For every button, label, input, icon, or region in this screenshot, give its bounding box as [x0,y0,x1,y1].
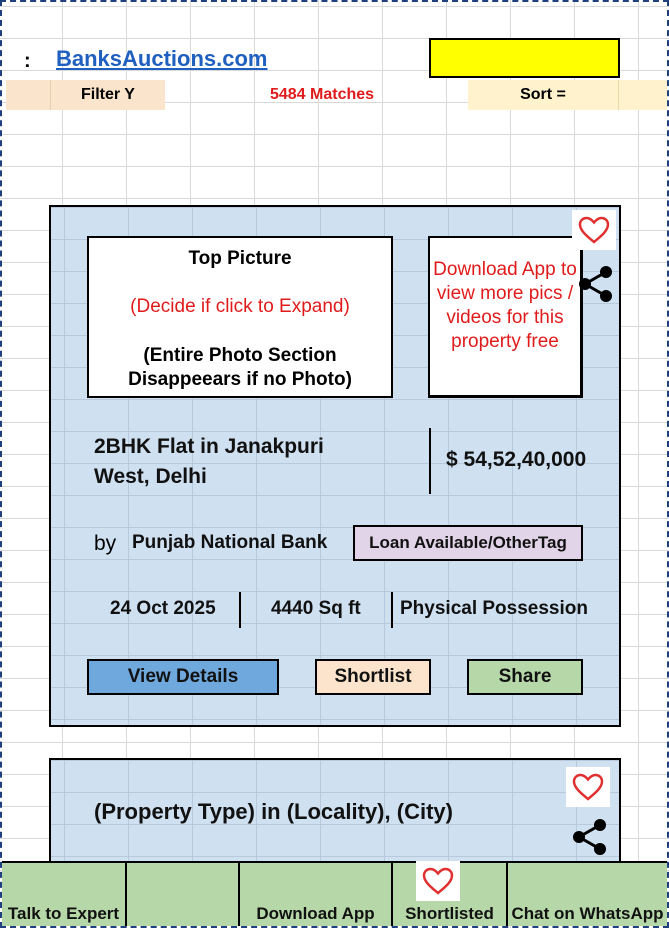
filter-spacer [6,80,50,110]
property-title[interactable]: 2BHK Flat in Janakpuri West, Delhi [94,432,424,492]
property-title[interactable]: (Property Type) in (Locality), (City) [94,799,453,825]
divider [239,592,241,628]
favorite-button[interactable] [572,210,616,250]
top-picture-note: (Entire Photo Section Disappeears if no … [128,345,352,390]
sort-button[interactable]: Sort = [468,80,618,110]
favorite-button[interactable] [566,767,610,807]
sort-value[interactable] [618,80,667,110]
bottom-nav: Talk to Expert Download App Shortlisted … [2,861,667,926]
heart-icon [572,773,604,801]
top-picture[interactable]: Top Picture (Decide if click to Expand) … [87,236,393,398]
property-title-line2: West, Delhi [94,465,207,488]
view-details-button[interactable]: View Details [87,659,279,695]
heart-icon [422,867,454,895]
property-price: $ 54,52,40,000 [446,448,587,471]
nav-blank-item[interactable] [127,863,240,926]
divider [391,592,393,628]
top-picture-subtitle: (Decide if click to Expand) [130,296,350,317]
divider [429,428,431,494]
property-area: 4440 Sq ft [271,598,361,619]
header-colon: : [24,50,31,72]
match-count: 5484 Matches [269,86,375,103]
bank-name: Punjab National Bank [132,532,328,553]
download-app-note[interactable]: Download App to view more pics / videos … [428,236,583,398]
shortlisted-heart[interactable] [416,861,460,901]
site-link[interactable]: BanksAuctions.com [56,46,268,72]
search-box[interactable] [429,38,620,78]
by-label: by [94,532,117,555]
loan-tag: Loan Available/OtherTag [353,525,583,561]
auction-date: 24 Oct 2025 [110,598,216,619]
share-icon[interactable] [576,264,616,309]
shortlist-button[interactable]: Shortlist [315,659,431,695]
chat-whatsapp-button[interactable]: Chat on WhatsApp [508,863,667,926]
filter-button[interactable]: Filter Y [50,80,165,110]
download-app-button[interactable]: Download App [240,863,393,926]
heart-icon [578,216,610,244]
possession-type: Physical Possession [400,598,588,619]
property-title-line1: 2BHK Flat in Janakpuri [94,435,324,458]
top-picture-title: Top Picture [188,248,292,269]
share-icon[interactable] [570,817,610,862]
filter-bar: Filter Y 5484 Matches Sort = [6,80,667,110]
share-button[interactable]: Share [467,659,583,695]
talk-to-expert-button[interactable]: Talk to Expert [2,863,127,926]
